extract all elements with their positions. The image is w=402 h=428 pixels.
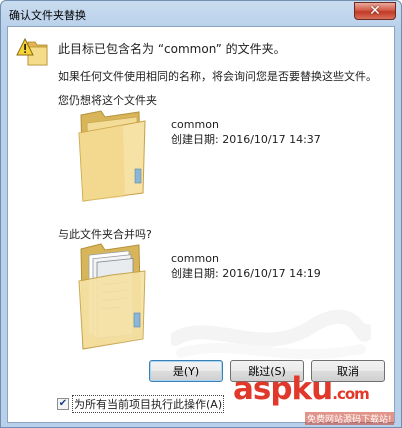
confirm-folder-replace-dialog: 确认文件夹替换 ✕ 此目标已包含名为 “common” 的文件夹。 如果任何文件… bbox=[0, 0, 402, 428]
folder-with-files-icon[interactable] bbox=[71, 241, 151, 353]
watermark-main: aspku bbox=[233, 371, 333, 407]
source-folder-date: 创建日期: 2016/10/17 14:19 bbox=[171, 267, 321, 280]
merge-question-text: 与此文件夹合并吗? bbox=[58, 228, 152, 241]
apply-to-all-row[interactable]: ✔ 为所有当前项目执行此操作(A) bbox=[57, 395, 225, 413]
warning-icon bbox=[16, 38, 48, 66]
watermark-dot: .com bbox=[332, 385, 370, 403]
heading-text: 此目标已包含名为 “common” 的文件夹。 bbox=[58, 42, 286, 56]
destination-folder-date: 创建日期: 2016/10/17 14:37 bbox=[171, 133, 321, 146]
title-bar[interactable]: 确认文件夹替换 ✕ bbox=[1, 1, 401, 27]
watermark: aspku.com 免费网站源码下载站! bbox=[233, 371, 398, 426]
checkmark-icon: ✔ bbox=[58, 398, 68, 409]
apply-to-all-label[interactable]: 为所有当前项目执行此操作(A) bbox=[72, 395, 225, 413]
info-text: 如果任何文件使用相同的名称，将会询问您是否要替换这些文件。 bbox=[58, 70, 377, 83]
destination-folder-name: common bbox=[171, 118, 219, 131]
watermark-logo: aspku.com bbox=[233, 371, 370, 407]
close-icon: ✕ bbox=[369, 3, 381, 19]
dialog-content: 此目标已包含名为 “common” 的文件夹。 如果任何文件使用相同的名称，将会… bbox=[7, 26, 395, 423]
yes-button[interactable]: 是(Y) bbox=[149, 360, 223, 382]
source-folder-name: common bbox=[171, 252, 219, 265]
watermark-subtitle: 免费网站源码下载站! bbox=[305, 412, 394, 425]
close-button[interactable]: ✕ bbox=[354, 2, 396, 20]
apply-to-all-checkbox[interactable]: ✔ bbox=[57, 398, 69, 410]
window-title: 确认文件夹替换 bbox=[9, 9, 86, 22]
question-text: 您仍想将这个文件夹 bbox=[58, 94, 157, 107]
folder-icon[interactable] bbox=[71, 109, 151, 203]
